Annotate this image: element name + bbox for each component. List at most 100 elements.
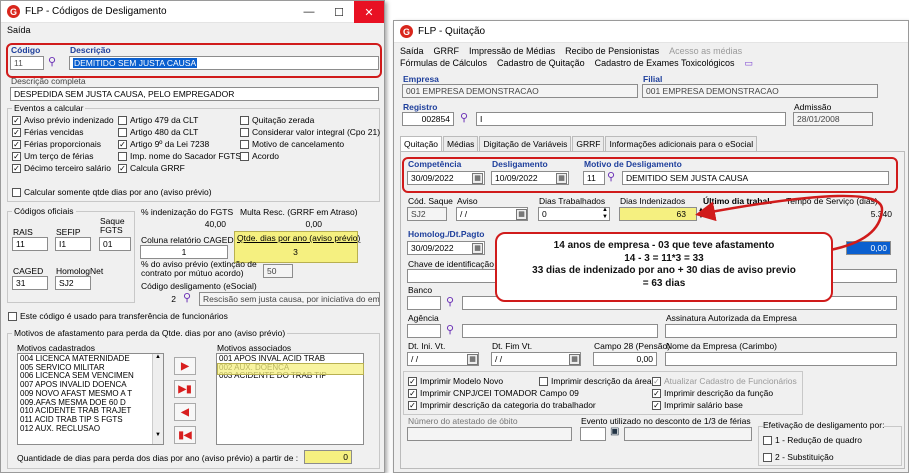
descricao-field[interactable]: DEMITIDO SEM JUSTA CAUSA bbox=[69, 56, 379, 70]
coluna-caged-field[interactable]: 1 bbox=[140, 245, 228, 259]
col1-checkbox-2[interactable]: ✓ Férias proporcionais bbox=[12, 139, 101, 150]
print-option-checkbox-5[interactable]: ✓ Imprimir descrição da categoria do trab… bbox=[408, 400, 596, 411]
cadastrados-scrollbar[interactable]: ▲ ▼ bbox=[152, 354, 163, 444]
cod-saque-field[interactable]: SJ2 bbox=[407, 207, 447, 221]
remove-all-button[interactable]: ▮◀ bbox=[174, 426, 196, 444]
maximize-icon[interactable]: ☐ bbox=[324, 1, 354, 23]
print-option-box-4[interactable]: ✓ bbox=[652, 389, 661, 399]
add-all-button[interactable]: ▶▮ bbox=[174, 380, 196, 398]
codigo-search-icon[interactable]: ⚲ bbox=[48, 55, 56, 68]
pct-fgts-field[interactable]: 40,00 bbox=[140, 217, 230, 231]
competencia-calendar-icon[interactable]: ▦ bbox=[472, 173, 483, 184]
col2-box-1[interactable] bbox=[118, 128, 127, 138]
col3-box-2[interactable] bbox=[240, 140, 249, 150]
codigo-field[interactable]: 11 bbox=[10, 56, 44, 70]
col1-checkbox-3[interactable]: ✓ Um terço de férias bbox=[12, 151, 93, 162]
print-option-checkbox-0[interactable]: ✓ Imprimir Modelo Novo bbox=[408, 376, 503, 387]
homolognet-field[interactable]: SJ2 bbox=[55, 276, 91, 290]
cadastrados-list[interactable]: 004 LICENCA MATERNIDADE 005 SERVICO MILIT… bbox=[17, 353, 164, 445]
admissao-field[interactable]: 28/01/2008 bbox=[793, 112, 873, 126]
print-option-box-5[interactable]: ✓ bbox=[408, 401, 417, 411]
esocial-search-icon[interactable]: ⚲ bbox=[183, 291, 191, 304]
efetivacao-option-1[interactable]: 1 - Redução de quadro bbox=[763, 435, 862, 446]
print-option-checkbox-2[interactable]: ✓ Atualizar Cadastro de Funcionários bbox=[652, 376, 797, 387]
registro-field[interactable]: 002854 bbox=[402, 112, 454, 126]
menu-item-3[interactable]: Recibo de Pensionistas bbox=[565, 46, 659, 56]
agencia-nome-field[interactable] bbox=[462, 324, 658, 338]
add-one-button[interactable]: ▶ bbox=[174, 357, 196, 375]
menu-item-5[interactable]: Fórmulas de Cálculos bbox=[400, 58, 487, 69]
col2-box-2[interactable]: ✓ bbox=[118, 140, 127, 150]
print-option-box-1[interactable] bbox=[539, 377, 548, 387]
pct-aviso-field[interactable]: 50 bbox=[263, 264, 293, 278]
col3-box-3[interactable] bbox=[240, 152, 249, 162]
quantidade-field[interactable]: 0 bbox=[304, 450, 352, 464]
col2-box-0[interactable] bbox=[118, 116, 127, 126]
menu-item-7[interactable]: Cadastro de Exames Toxicológicos bbox=[595, 58, 735, 69]
col1-checkbox-4[interactable]: ✓ Décimo terceiro salário bbox=[12, 163, 111, 174]
menu-saida[interactable]: Saída bbox=[7, 25, 31, 35]
col1-box-3[interactable]: ✓ bbox=[12, 152, 21, 162]
registro-nome-field[interactable]: I bbox=[476, 112, 786, 126]
col2-checkbox-0[interactable]: Artigo 479 da CLT bbox=[118, 115, 198, 126]
agencia-field[interactable] bbox=[407, 324, 441, 338]
col2-box-4[interactable]: ✓ bbox=[118, 164, 127, 174]
caged-field[interactable]: 31 bbox=[12, 276, 48, 290]
print-option-checkbox-4[interactable]: ✓ Imprimir descrição da função bbox=[652, 388, 773, 399]
print-option-checkbox-6[interactable]: ✓ Imprimir salário base bbox=[652, 400, 743, 411]
calc-somente-checkbox[interactable]: Calcular somente qtde dias por ano (avis… bbox=[12, 187, 212, 198]
print-option-checkbox-3[interactable]: ✓ Imprimir CNPJ/CEI TOMADOR Campo 09 bbox=[408, 388, 579, 399]
aviso-calendar-icon[interactable]: ▦ bbox=[516, 209, 527, 220]
col1-box-0[interactable]: ✓ bbox=[12, 116, 21, 126]
dias-ind-field[interactable]: 63 bbox=[619, 207, 697, 221]
col1-box-2[interactable]: ✓ bbox=[12, 140, 21, 150]
menu-item-2[interactable]: Impressão de Médias bbox=[469, 46, 555, 56]
list-item[interactable]: 012 AUX. RECLUSAO bbox=[20, 424, 161, 434]
dt-fim-field[interactable]: / / bbox=[491, 352, 581, 366]
col3-checkbox-0[interactable]: Quitação zerada bbox=[240, 115, 314, 126]
empresa-field[interactable]: 001 EMPRESA DEMONSTRACAO bbox=[402, 84, 638, 98]
col2-box-3[interactable] bbox=[118, 152, 127, 162]
close-icon[interactable]: ✕ bbox=[354, 1, 384, 23]
print-option-box-0[interactable]: ✓ bbox=[408, 377, 417, 387]
col1-checkbox-0[interactable]: ✓ Aviso prévio indenizado bbox=[12, 115, 114, 126]
tab-0[interactable]: Quitação bbox=[400, 136, 443, 151]
campo28-field[interactable]: 0,00 bbox=[593, 352, 657, 366]
col3-checkbox-3[interactable]: Acordo bbox=[240, 151, 279, 162]
assinatura-field[interactable] bbox=[665, 324, 897, 338]
col3-checkbox-1[interactable]: Considerar valor integral (Cpo 21) bbox=[240, 127, 380, 138]
col2-checkbox-3[interactable]: Imp. nome do Sacador FGTS bbox=[118, 151, 241, 162]
tab-2[interactable]: Digitação de Variáveis bbox=[479, 136, 572, 151]
filial-field[interactable]: 001 EMPRESA DEMONSTRACAO bbox=[642, 84, 878, 98]
atestado-field[interactable] bbox=[407, 427, 572, 441]
col1-box-1[interactable]: ✓ bbox=[12, 128, 21, 138]
agencia-search-icon[interactable]: ⚲ bbox=[446, 323, 454, 336]
menu-item-1[interactable]: GRRF bbox=[434, 46, 460, 56]
qtde-dias-field[interactable]: 3 bbox=[237, 245, 354, 259]
banco-field[interactable] bbox=[407, 296, 441, 310]
print-option-box-2[interactable]: ✓ bbox=[652, 377, 661, 387]
dt-ini-calendar-icon[interactable]: ▦ bbox=[467, 354, 478, 365]
motivo-field[interactable]: DEMITIDO SEM JUSTA CAUSA bbox=[622, 171, 889, 185]
tab-1[interactable]: Médias bbox=[443, 136, 479, 151]
saque-field[interactable]: 01 bbox=[99, 237, 131, 251]
menu-item-6[interactable]: Cadastro de Quitação bbox=[497, 58, 585, 69]
menu-item-4[interactable]: Acesso as médias bbox=[669, 46, 742, 56]
evento-search-icon[interactable]: ▣ bbox=[610, 426, 619, 437]
zero-field[interactable]: 0,00 bbox=[846, 241, 891, 255]
minimize-icon[interactable]: — bbox=[294, 1, 324, 23]
sefip-field[interactable]: I1 bbox=[55, 237, 91, 251]
print-option-box-3[interactable]: ✓ bbox=[408, 389, 417, 399]
col2-checkbox-1[interactable]: Artigo 480 da CLT bbox=[118, 127, 198, 138]
col3-box-0[interactable] bbox=[240, 116, 249, 126]
print-option-checkbox-1[interactable]: Imprimir descrição da área bbox=[539, 376, 652, 387]
efetivacao-option-2[interactable]: 2 - Substituição bbox=[763, 452, 834, 463]
tab-4[interactable]: Informações adicionais para o eSocial bbox=[605, 136, 758, 151]
dias-trab-field[interactable]: 0 bbox=[538, 207, 610, 221]
motivo-cod-field[interactable]: 11 bbox=[583, 171, 605, 185]
remove-one-button[interactable]: ◀ bbox=[174, 403, 196, 421]
menu-item-0[interactable]: Saída bbox=[400, 46, 424, 56]
print-option-box-6[interactable]: ✓ bbox=[652, 401, 661, 411]
evento-field[interactable] bbox=[580, 427, 606, 441]
usado-transf-checkbox[interactable]: Este código é usado para transferência d… bbox=[8, 311, 228, 322]
